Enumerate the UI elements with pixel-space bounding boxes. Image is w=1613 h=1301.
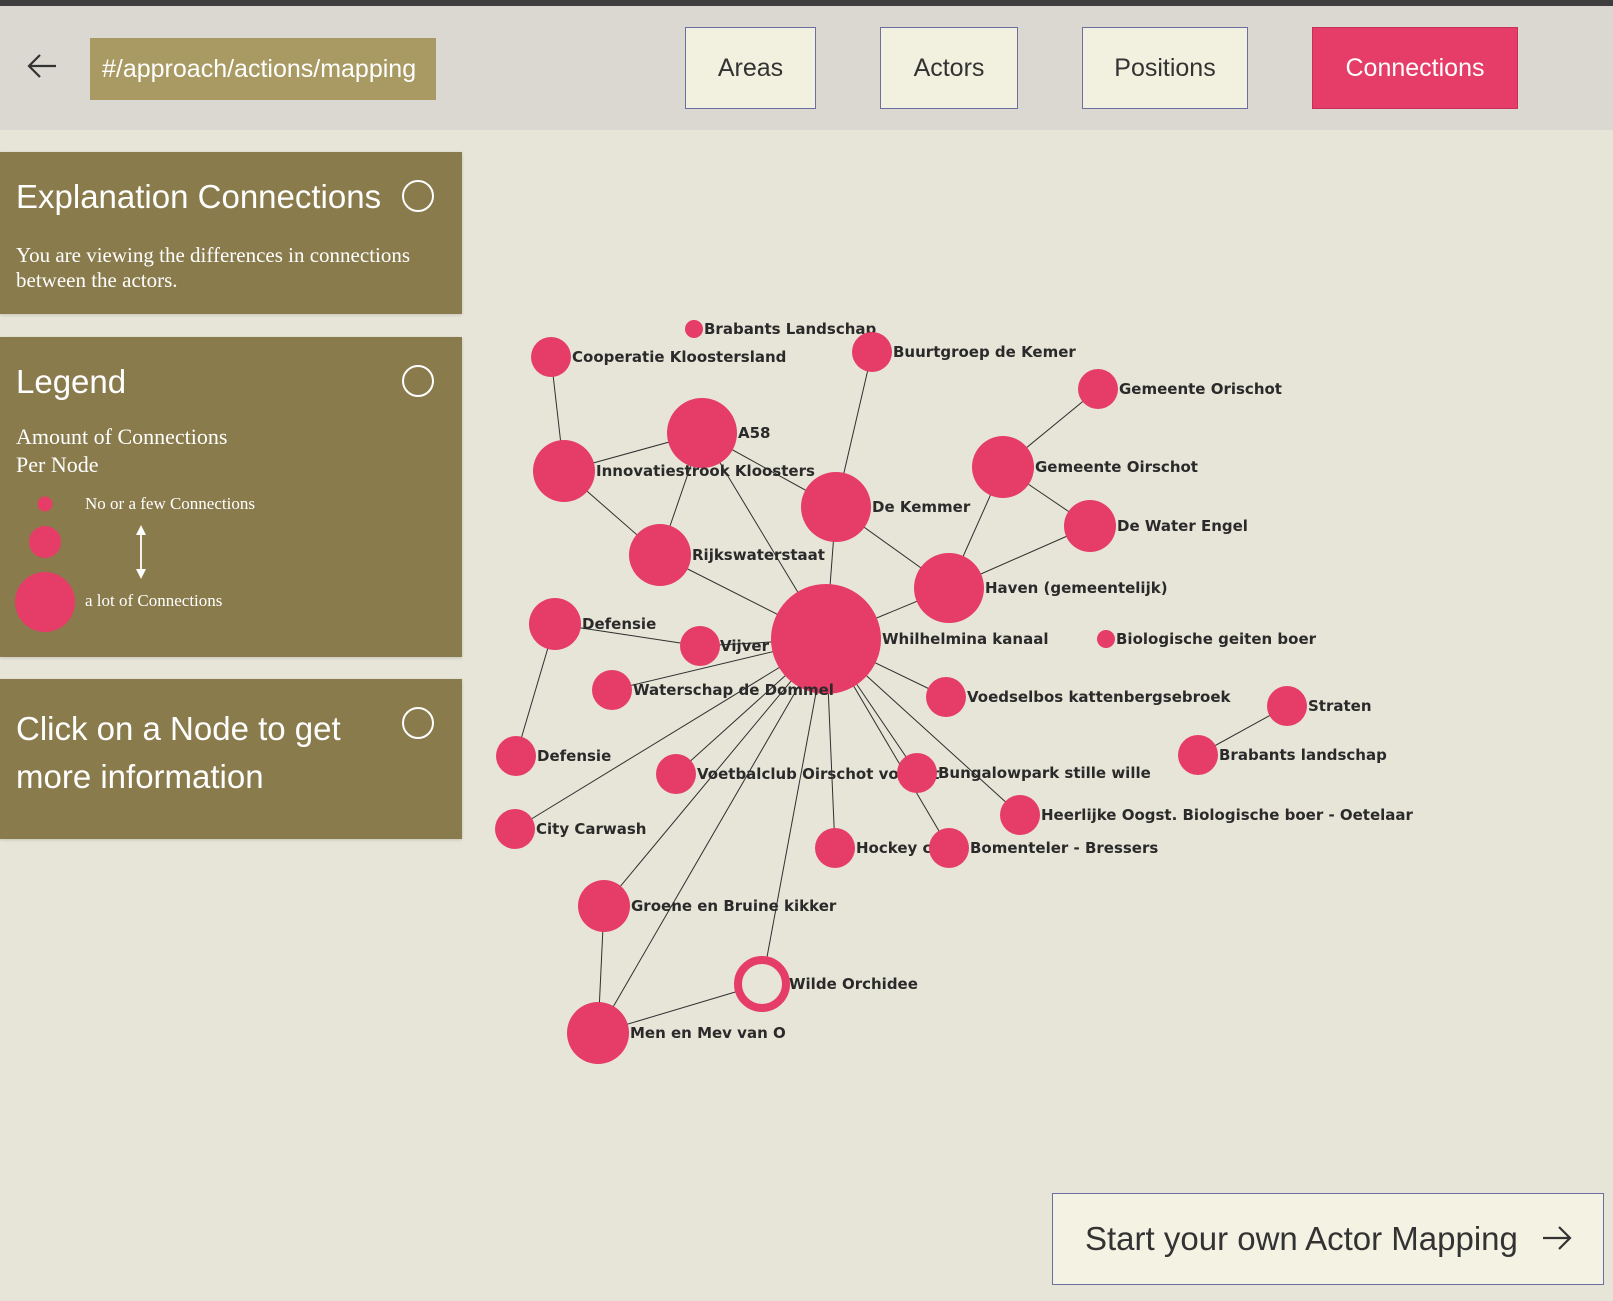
node-circle[interactable] [578,880,630,932]
node-circle[interactable] [1178,735,1218,775]
node-label: Straten [1308,697,1372,715]
node-label: Brabants landschap [1219,746,1387,764]
node-bomenteler[interactable]: Bomenteler - Bressers [929,828,1158,868]
node-circle[interactable] [531,337,571,377]
node-haven[interactable]: Haven (gemeentelijk) [914,553,1168,623]
node-circle[interactable] [567,1002,629,1064]
node-circle[interactable] [1000,795,1040,835]
node-circle[interactable] [1064,500,1116,552]
node-brabants-landschap-1[interactable]: Brabants Landschap [685,320,877,338]
node-circle[interactable] [667,398,737,468]
node-circle[interactable] [771,584,881,694]
node-circle[interactable] [734,956,790,1012]
node-rijkswaterstaat[interactable]: Rijkswaterstaat [629,524,825,586]
node-circle[interactable] [929,828,969,868]
node-cooperatie-kloostersland[interactable]: Cooperatie Kloostersland [531,337,786,377]
node-label: Wilde Orchidee [789,975,918,993]
node-a58[interactable]: A58 [667,398,770,468]
node-label: Bomenteler - Bressers [970,839,1158,857]
arrow-right-icon [1543,1226,1572,1250]
node-label: Gemeente Orischot [1119,380,1282,398]
node-whilhelmina-kanaal[interactable]: Whilhelmina kanaal [771,584,1048,694]
node-label: De Kemmer [872,498,971,516]
node-defensie-2[interactable]: Defensie [496,736,611,776]
node-groene-bruine-kikker[interactable]: Groene en Bruine kikker [578,880,837,932]
node-circle[interactable] [495,809,535,849]
nodes-layer: Brabants Landschap Cooperatie Kloostersla… [495,320,1414,1064]
node-circle[interactable] [1097,630,1115,648]
node-label: Cooperatie Kloostersland [572,348,786,366]
node-circle[interactable] [656,754,696,794]
connections-graph: Brabants Landschap Cooperatie Kloostersla… [495,320,1414,1064]
node-circle[interactable] [926,677,966,717]
node-label: Men en Mev van O [630,1024,786,1042]
node-circle[interactable] [1078,369,1118,409]
node-wilde-orchidee[interactable]: Wilde Orchidee [734,956,918,1012]
node-circle[interactable] [801,472,871,542]
node-circle[interactable] [680,626,720,666]
node-label: Defensie [537,747,611,765]
node-circle[interactable] [972,436,1034,498]
node-label: Waterschap de Dommel [633,681,834,699]
node-circle[interactable] [852,332,892,372]
node-defensie-1[interactable]: Defensie [529,598,656,650]
node-label: Voedselbos kattenbergsebroek [967,688,1231,706]
node-label: Brabants Landschap [704,320,877,338]
node-city-carwash[interactable]: City Carwash [495,809,646,849]
node-circle[interactable] [496,736,536,776]
node-straten[interactable]: Straten [1267,686,1372,726]
node-circle[interactable] [529,598,581,650]
node-label: Bungalowpark stille wille [938,764,1151,782]
node-label: Groene en Bruine kikker [631,897,837,915]
node-circle[interactable] [533,440,595,502]
node-gemeente-orischot[interactable]: Gemeente Orischot [1078,369,1282,409]
node-de-kemmer[interactable]: De Kemmer [801,472,971,542]
node-biologische-geiten-boer[interactable]: Biologische geiten boer [1097,630,1317,648]
start-actor-mapping-label: Start your own Actor Mapping [1085,1220,1518,1257]
node-label: Buurtgroep de Kemer [893,343,1076,361]
node-circle[interactable] [897,753,937,793]
node-label: Biologische geiten boer [1116,630,1317,648]
node-bungalowpark[interactable]: Bungalowpark stille wille [897,753,1151,793]
node-men-en-mev[interactable]: Men en Mev van O [567,1002,786,1064]
node-buurtgroep-de-kemer[interactable]: Buurtgroep de Kemer [852,332,1076,372]
node-circle[interactable] [815,828,855,868]
node-label: Rijkswaterstaat [692,546,825,564]
node-label: De Water Engel [1117,517,1248,535]
node-circle[interactable] [914,553,984,623]
node-label: City Carwash [536,820,646,838]
node-circle[interactable] [685,320,703,338]
node-circle[interactable] [1267,686,1307,726]
node-voedselbos[interactable]: Voedselbos kattenbergsebroek [926,677,1231,717]
node-de-water-engel[interactable]: De Water Engel [1064,500,1248,552]
node-circle[interactable] [629,524,691,586]
node-label: Haven (gemeentelijk) [985,579,1168,597]
start-actor-mapping-button[interactable]: Start your own Actor Mapping [1052,1193,1604,1285]
node-gemeente-oirschot[interactable]: Gemeente Oirschot [972,436,1198,498]
node-label: Whilhelmina kanaal [882,630,1048,648]
node-label: Heerlijke Oogst. Biologische boer - Oete… [1041,806,1414,824]
node-circle[interactable] [592,670,632,710]
node-brabants-landschap-2[interactable]: Brabants landschap [1178,735,1387,775]
node-label: Gemeente Oirschot [1035,458,1198,476]
node-label: Innovatiestrook Kloosters [596,462,815,480]
node-label: A58 [738,424,770,442]
node-heerlijke-oogst[interactable]: Heerlijke Oogst. Biologische boer - Oete… [1000,795,1414,835]
node-label: Defensie [582,615,656,633]
